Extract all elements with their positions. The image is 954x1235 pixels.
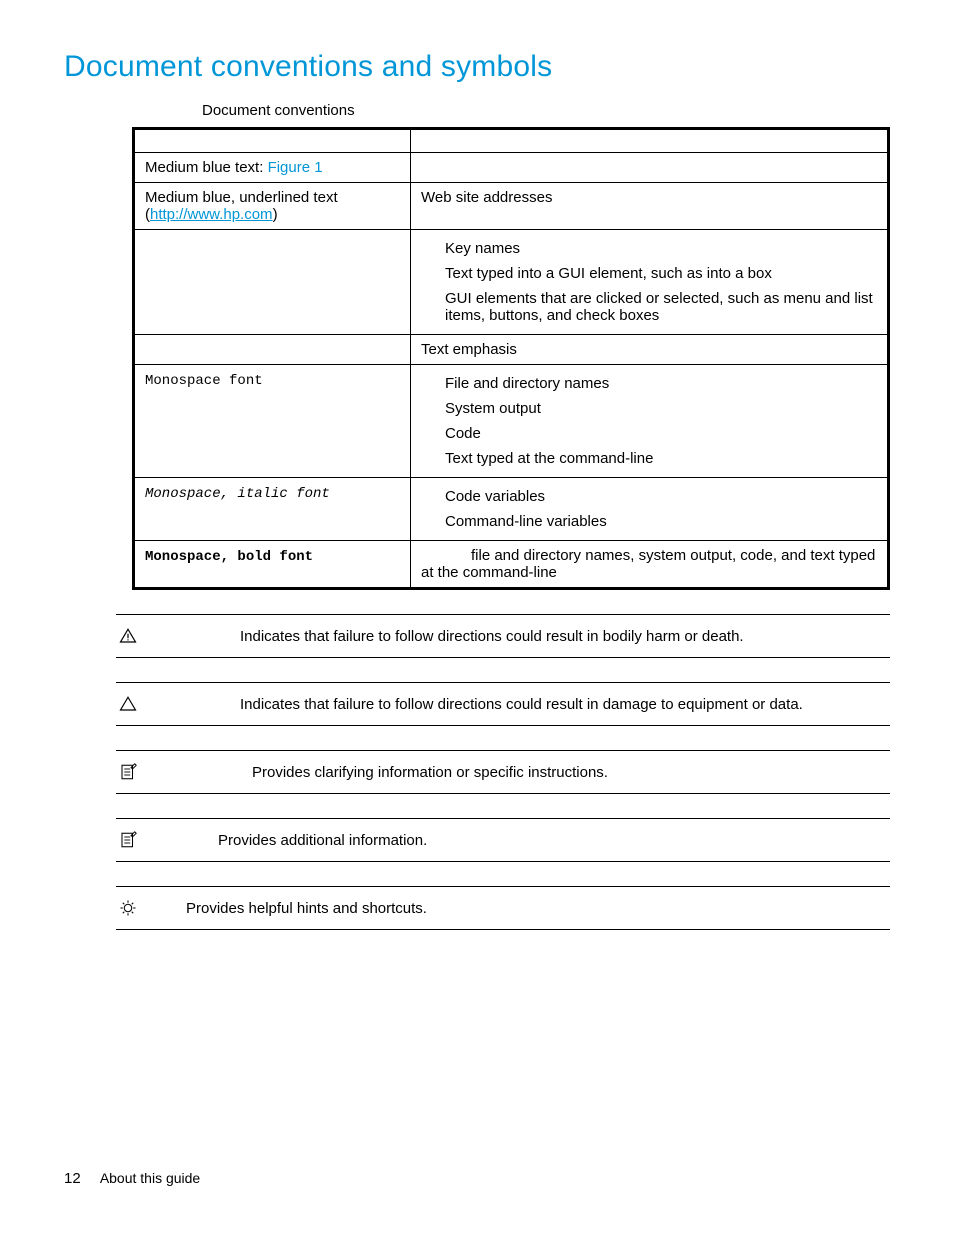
table-row: Text emphasis <box>134 335 889 365</box>
element-cell: Code variablesCommand-line variables <box>411 478 889 541</box>
link-text[interactable]: Figure 1 <box>268 159 323 176</box>
list-item: Text typed at the command-line <box>445 446 877 471</box>
warning-icon <box>119 627 137 645</box>
notice-text: Provides clarifying information or speci… <box>160 764 890 781</box>
note-icon <box>119 831 137 849</box>
table-row: Monospace, bold fontfile and directory n… <box>134 541 889 589</box>
table-caption: Document conventions <box>202 102 890 119</box>
list-item: Key names <box>445 236 877 261</box>
list-item: GUI elements that are clicked or selecte… <box>445 286 877 328</box>
table-row: Monospace, italic fontCode variablesComm… <box>134 478 889 541</box>
notice-warning: Indicates that failure to follow directi… <box>116 614 890 658</box>
link-text[interactable]: http://www.hp.com <box>150 206 273 223</box>
notice-tip: Provides helpful hints and shortcuts. <box>116 886 890 930</box>
convention-cell <box>134 230 411 335</box>
convention-cell: Monospace font <box>134 365 411 478</box>
list-item: Code variables <box>445 484 877 509</box>
convention-cell: Medium blue text: Figure 1 <box>134 153 411 183</box>
list-item: Text typed into a GUI element, such as i… <box>445 261 877 286</box>
notice-text: Indicates that failure to follow directi… <box>160 696 890 713</box>
convention-cell <box>134 335 411 365</box>
element-cell: Key namesText typed into a GUI element, … <box>411 230 889 335</box>
page-footer: 12 About this guide <box>64 1170 200 1187</box>
important-icon <box>119 763 137 781</box>
element-cell: Web site addresses <box>411 183 889 230</box>
table-row: Medium blue text: Figure 1 <box>134 153 889 183</box>
page-number: 12 <box>64 1170 81 1187</box>
tip-icon <box>119 899 137 917</box>
notice-important: Provides clarifying information or speci… <box>116 750 890 794</box>
list-item: System output <box>445 396 877 421</box>
list-item: File and directory names <box>445 371 877 396</box>
notice-text: Indicates that failure to follow directi… <box>160 628 890 645</box>
convention-cell: Monospace, bold font <box>134 541 411 589</box>
element-cell <box>411 153 889 183</box>
element-cell: Text emphasis <box>411 335 889 365</box>
notice-note: Provides additional information. <box>116 818 890 862</box>
convention-cell: Medium blue, underlined text (http://www… <box>134 183 411 230</box>
notice-text: Provides additional information. <box>160 832 890 849</box>
notices-block: Indicates that failure to follow directi… <box>116 614 890 930</box>
list-item: Code <box>445 421 877 446</box>
list-item: Command-line variables <box>445 509 877 534</box>
convention-cell: Monospace, italic font <box>134 478 411 541</box>
conventions-table: Medium blue text: Figure 1Medium blue, u… <box>132 127 890 590</box>
notice-caution: Indicates that failure to follow directi… <box>116 682 890 726</box>
caution-icon <box>119 695 137 713</box>
table-row: Monospace fontFile and directory namesSy… <box>134 365 889 478</box>
table-row: Medium blue, underlined text (http://www… <box>134 183 889 230</box>
element-cell: File and directory namesSystem outputCod… <box>411 365 889 478</box>
section-heading: Document conventions and symbols <box>64 50 890 84</box>
element-cell: file and directory names, system output,… <box>411 541 889 589</box>
table-row: Key namesText typed into a GUI element, … <box>134 230 889 335</box>
notice-text: Provides helpful hints and shortcuts. <box>160 900 890 917</box>
footer-section: About this guide <box>100 1170 200 1186</box>
